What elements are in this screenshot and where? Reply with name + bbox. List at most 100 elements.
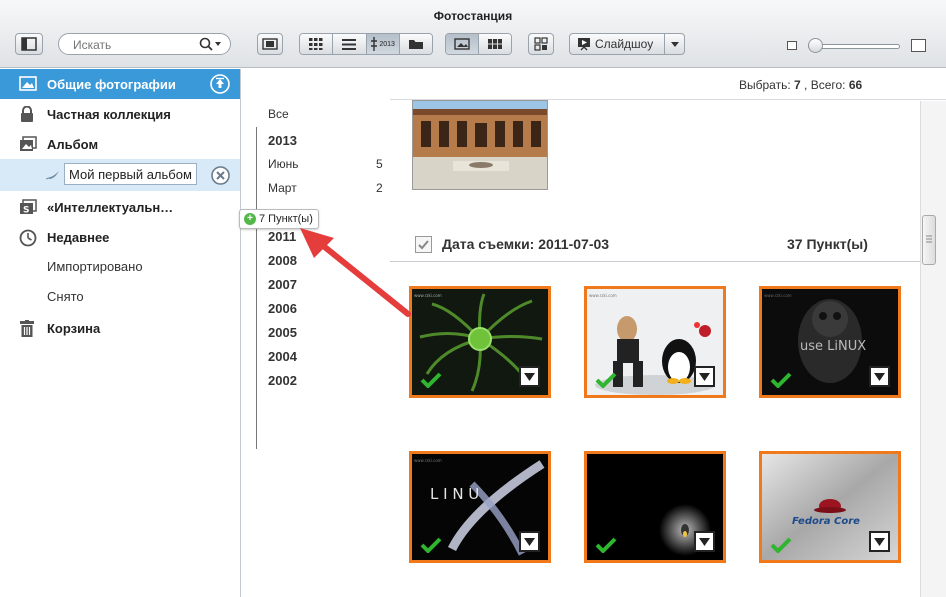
grid-view-button[interactable]: [300, 34, 334, 54]
slideshow-button[interactable]: Слайдшоу: [569, 33, 685, 55]
sidebar-item-recent[interactable]: Недавнее: [0, 222, 240, 252]
check-icon: [420, 372, 442, 388]
site-banner: www.rzki.com: [414, 458, 442, 463]
photo-thumbnail[interactable]: [584, 451, 726, 563]
search-icon[interactable]: [199, 37, 223, 51]
thumbnail-size-group: [445, 33, 512, 55]
check-icon: [770, 372, 792, 388]
album-name-field[interactable]: Мой первый альбом: [64, 163, 197, 185]
photo-menu-button[interactable]: [694, 531, 715, 552]
timeline-year[interactable]: 2013: [268, 133, 297, 148]
photo-caption: use LiNUX: [800, 339, 866, 354]
year-view-label: 2013: [379, 40, 395, 48]
check-icon: [418, 240, 429, 250]
timeline-year[interactable]: 2005: [268, 325, 297, 340]
selected-count: 7: [794, 78, 801, 92]
sidebar-item-label: Корзина: [47, 320, 101, 336]
sidebar-item-taken[interactable]: Снято: [0, 281, 240, 311]
view-mode-group: 2013: [299, 33, 433, 55]
slideshow-dropdown[interactable]: [664, 34, 684, 54]
chevron-down-icon: [524, 537, 535, 546]
timeline-year[interactable]: 2002: [268, 373, 297, 388]
landscape-icon: [19, 76, 37, 91]
thumbnail-grid-icon: [488, 39, 502, 49]
scrollbar-thumb[interactable]: [922, 215, 936, 265]
folder-icon: [408, 40, 423, 49]
photo-menu-button[interactable]: [519, 366, 540, 387]
selection-info: Выбрать: 7 , Всего: 66: [739, 78, 862, 92]
photo-thumbnail[interactable]: Fedora Core: [759, 451, 901, 563]
timeline-month[interactable]: Март: [268, 181, 297, 195]
toggle-sidebar-button[interactable]: [15, 33, 43, 55]
date-group-header: Дата съемки: 2011-07-03 37 Пункт(ы): [390, 232, 920, 262]
photo-menu-button[interactable]: [869, 531, 890, 552]
small-thumbnail-button[interactable]: [479, 34, 511, 54]
sidebar-item-imported[interactable]: Импортировано: [0, 251, 240, 281]
grid-icon: [309, 38, 323, 50]
search-box[interactable]: [58, 33, 231, 55]
select-mode-button[interactable]: [528, 33, 554, 55]
chevron-down-icon: [699, 372, 710, 381]
photo-thumbnail[interactable]: www.rzki.com: [584, 286, 726, 398]
site-banner: www.rzki.com: [589, 293, 617, 298]
sidebar-item-label: Частная коллекция: [47, 106, 171, 122]
sidebar: Общие фотографии Частная коллекция Альбо…: [0, 69, 241, 597]
svg-text:S: S: [23, 206, 29, 216]
lock-icon: [21, 106, 33, 122]
sidebar-item-label: Альбом: [47, 136, 99, 152]
photo-thumbnail[interactable]: use LiNUX www.rzki.com: [759, 286, 901, 398]
slideshow-icon: [578, 38, 590, 51]
photo-menu-button[interactable]: [519, 531, 540, 552]
chevron-down-icon: [699, 537, 710, 546]
timeline-year[interactable]: 2004: [268, 349, 297, 364]
large-thumbnail-button[interactable]: [446, 34, 479, 54]
slideshow-label: Слайдшоу: [595, 37, 654, 51]
zoom-out-icon[interactable]: [787, 41, 797, 50]
zoom-slider-handle[interactable]: [808, 38, 823, 53]
photo-thumbnail[interactable]: www.rzki.com: [409, 286, 551, 398]
folder-view-button[interactable]: [399, 34, 432, 54]
timeline-month[interactable]: Июнь: [268, 157, 299, 171]
site-banner: www.rzki.com: [764, 293, 792, 298]
photo-thumbnail[interactable]: [412, 100, 548, 190]
sidebar-item-label: Снято: [47, 288, 84, 304]
photo-menu-button[interactable]: [694, 366, 715, 387]
timeline-line: [256, 127, 257, 449]
photo-menu-button[interactable]: [869, 366, 890, 387]
upload-icon[interactable]: [210, 74, 230, 94]
alhambra-photo: [413, 101, 547, 189]
sidebar-item-smart-album[interactable]: S «Интеллектуальн…: [0, 192, 240, 222]
search-input[interactable]: [73, 37, 193, 52]
scrollbar-track[interactable]: [920, 101, 946, 597]
filmstrip-view-button[interactable]: [257, 33, 283, 55]
group-count-label: 37 Пункт(ы): [787, 236, 868, 252]
sidebar-item-trash[interactable]: Корзина: [0, 313, 240, 343]
sidebar-item-label: Общие фотографии: [47, 76, 176, 92]
sidebar-item-public-photos[interactable]: Общие фотографии: [0, 69, 240, 99]
sidebar-item-album[interactable]: Альбом: [0, 129, 240, 159]
sidebar-item-my-first-album[interactable]: Мой первый альбом: [0, 159, 240, 191]
sidebar-item-private[interactable]: Частная коллекция: [0, 99, 240, 129]
timeline-view-button[interactable]: 2013: [366, 34, 400, 54]
timeline-month-count: 2: [376, 181, 383, 195]
list-view-button[interactable]: [333, 34, 367, 54]
group-date-label: Дата съемки: 2011-07-03: [442, 236, 610, 252]
timeline-all[interactable]: Все: [268, 107, 289, 121]
photo-thumbnail[interactable]: L I N U www.rzki.com: [409, 451, 551, 563]
title-bar: Фотостанция 2013: [0, 0, 946, 68]
album-icon: [20, 136, 37, 151]
chevron-down-icon: [524, 372, 535, 381]
zoom-in-icon[interactable]: [911, 39, 926, 52]
site-banner: www.rzki.com: [414, 293, 442, 298]
check-icon: [595, 372, 617, 388]
select-grid-icon: [534, 37, 548, 51]
app-title: Фотостанция: [433, 9, 513, 23]
photo-station-app: { "app_title": "Фотостанция", "search": …: [0, 0, 946, 597]
sidebar-item-label: Недавнее: [47, 229, 110, 245]
group-select-checkbox[interactable]: [415, 236, 432, 253]
grip-icon: [926, 235, 932, 243]
timeline-panel: Все 2013 Июнь 5 Март 2 2011 2008 2007 20…: [242, 69, 390, 597]
chevron-down-icon: [670, 41, 679, 47]
smart-album-icon: S: [20, 199, 37, 216]
close-icon[interactable]: [211, 166, 230, 185]
